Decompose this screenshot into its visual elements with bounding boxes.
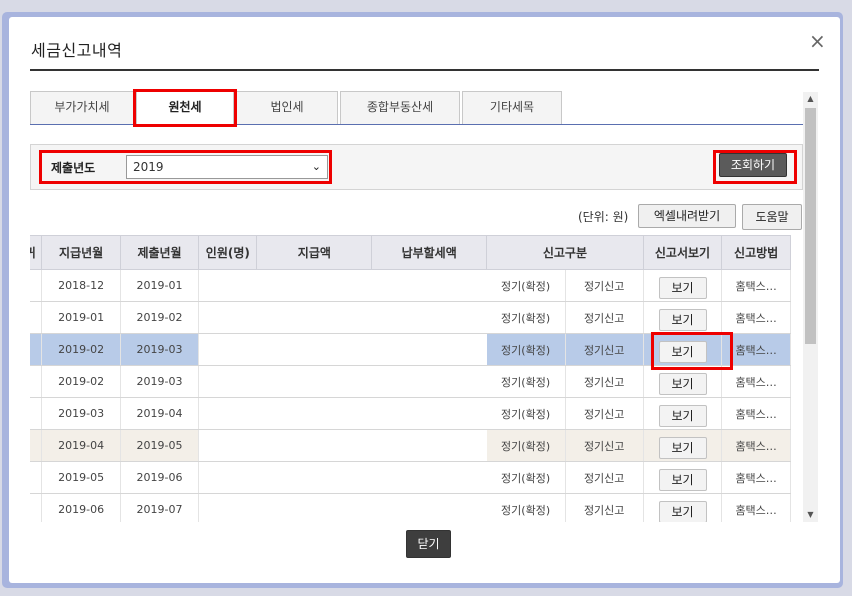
search-button[interactable]: 조회하기: [719, 153, 787, 177]
table-row[interactable]: 2019-02 2019-03 정기(확정) 정기신고 보기 홈택스…: [30, 365, 791, 398]
pay-month: 2019-02: [41, 333, 121, 366]
report-kind: 정기신고: [565, 333, 644, 366]
excel-download-button[interactable]: 엑셀내려받기: [638, 204, 736, 228]
view-report-button[interactable]: 보기: [658, 372, 707, 395]
scroll-thumb[interactable]: [805, 108, 816, 344]
view-report-button[interactable]: 보기: [658, 468, 707, 491]
view-report-button[interactable]: 보기: [658, 276, 707, 299]
report-method: 홈택스…: [721, 333, 791, 366]
table-header-row: 귀 지급년월 제출년월 인원(명) 지급액 납부할세액 신고구분 신고서보기 신…: [30, 235, 791, 270]
report-method: 홈택스…: [721, 493, 791, 522]
submit-month: 2019-05: [120, 429, 200, 462]
tax-report-dialog: 세금신고내역 × 부가가치세 원천세 법인세 종합부동산세 기타세목 제출년도 …: [9, 17, 840, 583]
report-kind: 정기신고: [565, 493, 644, 522]
report-method: 홈택스…: [721, 397, 791, 430]
year-label: 제출년도: [51, 161, 96, 175]
pay-month: 2019-04: [41, 429, 121, 462]
report-method: 홈택스…: [721, 269, 791, 302]
view-report-button[interactable]: 보기: [658, 500, 707, 522]
pay-month: 2019-05: [41, 461, 121, 494]
year-select[interactable]: 2019 ⌄: [126, 155, 328, 179]
pay-month: 2019-03: [41, 397, 121, 430]
view-report-button[interactable]: 보기: [658, 308, 707, 331]
col-header[interactable]: 신고방법: [721, 235, 791, 270]
tab-property[interactable]: 종합부동산세: [340, 91, 460, 124]
year-value: 2019: [133, 160, 164, 174]
unit-label: (단위: 원): [578, 210, 629, 224]
report-method: 홈택스…: [721, 365, 791, 398]
report-type: 정기(확정): [486, 301, 566, 334]
table-row-selected[interactable]: 2019-02 2019-03 정기(확정) 정기신고 보기 홈택스…: [30, 333, 791, 366]
submit-month: 2019-03: [120, 333, 200, 366]
scroll-up-icon[interactable]: ▲: [803, 92, 818, 106]
submit-month: 2019-03: [120, 365, 200, 398]
report-method: 홈택스…: [721, 461, 791, 494]
report-kind: 정기신고: [565, 429, 644, 462]
col-header[interactable]: 신고서보기: [642, 235, 723, 270]
report-method: 홈택스…: [721, 429, 791, 462]
table-row[interactable]: 2019-01 2019-02 정기(확정) 정기신고 보기 홈택스…: [30, 301, 791, 334]
vertical-scrollbar[interactable]: ▲ ▼: [803, 92, 818, 522]
table-row[interactable]: 2018-12 2019-01 정기(확정) 정기신고 보기 홈택스…: [30, 269, 791, 302]
col-header[interactable]: 신고구분: [486, 235, 644, 270]
report-type: 정기(확정): [486, 493, 566, 522]
report-type: 정기(확정): [486, 429, 566, 462]
dialog-title: 세금신고내역: [31, 41, 123, 60]
tab-corporate[interactable]: 법인세: [236, 91, 338, 124]
table-row[interactable]: 2019-03 2019-04 정기(확정) 정기신고 보기 홈택스…: [30, 397, 791, 430]
report-type: 정기(확정): [486, 365, 566, 398]
report-kind: 정기신고: [565, 365, 644, 398]
table-row[interactable]: 2019-05 2019-06 정기(확정) 정기신고 보기 홈택스…: [30, 461, 791, 494]
filter-bar: 제출년도 2019 ⌄ 조회하기: [30, 144, 803, 190]
submit-month: 2019-01: [120, 269, 200, 302]
tab-other[interactable]: 기타세목: [462, 91, 562, 124]
close-icon[interactable]: ×: [809, 31, 826, 51]
col-header[interactable]: 제출년월: [119, 235, 200, 270]
tax-type-tabs: 부가가치세 원천세 법인세 종합부동산세 기타세목: [30, 91, 803, 125]
submit-month: 2019-07: [120, 493, 200, 522]
view-report-button[interactable]: 보기: [658, 404, 707, 427]
col-header: 귀: [30, 235, 43, 270]
pay-month: 2019-06: [41, 493, 121, 522]
title-divider: [30, 69, 819, 71]
close-button[interactable]: 닫기: [406, 530, 451, 558]
pay-month: 2019-02: [41, 365, 121, 398]
help-button[interactable]: 도움말: [742, 204, 802, 230]
view-report-button[interactable]: 보기: [658, 436, 707, 459]
chevron-down-icon: ⌄: [311, 160, 321, 173]
report-kind: 정기신고: [565, 269, 644, 302]
report-kind: 정기신고: [565, 461, 644, 494]
tab-vat[interactable]: 부가가치세: [30, 91, 134, 124]
report-kind: 정기신고: [565, 397, 644, 430]
view-report-button[interactable]: 보기: [658, 340, 707, 363]
report-type: 정기(확정): [486, 269, 566, 302]
report-table: 귀 지급년월 제출년월 인원(명) 지급액 납부할세액 신고구분 신고서보기 신…: [30, 235, 803, 522]
tab-withholding[interactable]: 원천세: [136, 91, 234, 125]
report-type: 정기(확정): [486, 333, 566, 366]
submit-month: 2019-04: [120, 397, 200, 430]
report-type: 정기(확정): [486, 397, 566, 430]
pay-month: 2019-01: [41, 301, 121, 334]
col-header[interactable]: 납부할세액: [371, 235, 488, 270]
submit-month: 2019-02: [120, 301, 200, 334]
col-header[interactable]: 인원(명): [198, 235, 258, 270]
table-row[interactable]: 2019-06 2019-07 정기(확정) 정기신고 보기 홈택스…: [30, 493, 791, 522]
scroll-down-icon[interactable]: ▼: [803, 508, 818, 522]
report-kind: 정기신고: [565, 301, 644, 334]
col-header[interactable]: 지급액: [256, 235, 373, 270]
report-type: 정기(확정): [486, 461, 566, 494]
report-method: 홈택스…: [721, 301, 791, 334]
table-row[interactable]: 2019-04 2019-05 정기(확정) 정기신고 보기 홈택스…: [30, 429, 791, 462]
pay-month: 2018-12: [41, 269, 121, 302]
submit-month: 2019-06: [120, 461, 200, 494]
col-header[interactable]: 지급년월: [41, 235, 121, 270]
